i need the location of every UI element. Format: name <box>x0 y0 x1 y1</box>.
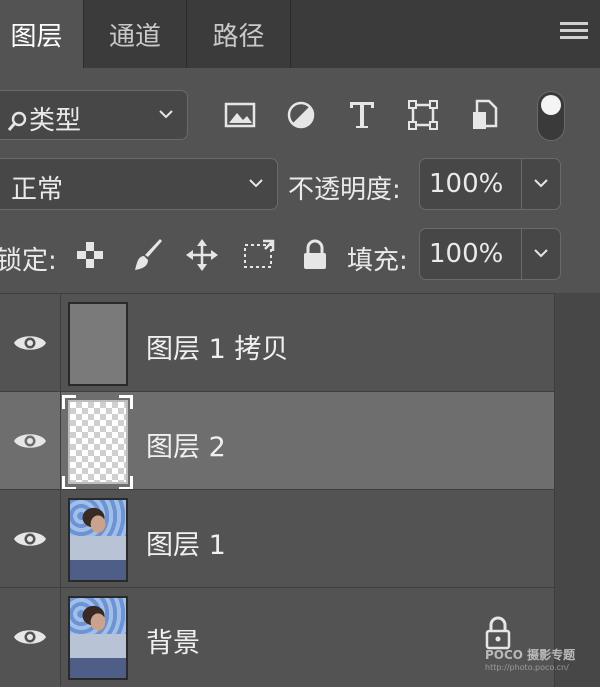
chevron-down-icon <box>249 179 263 188</box>
opacity-label: 不透明度: <box>288 175 401 205</box>
layer-name[interactable]: 图层 2 <box>146 425 226 464</box>
eye-icon <box>14 630 46 644</box>
fill-dropdown-icon[interactable] <box>532 244 550 262</box>
opacity-field[interactable]: 100% <box>419 158 561 210</box>
filter-toggle[interactable] <box>537 91 565 141</box>
layer-name[interactable]: 背景 <box>146 621 200 660</box>
lock-position-icon[interactable] <box>182 235 222 275</box>
fill-label: 填充: <box>347 246 408 276</box>
adjustment-filter-icon[interactable] <box>281 95 321 135</box>
smart-object-filter-icon[interactable] <box>465 95 505 135</box>
type-filter-icon[interactable] <box>342 95 382 135</box>
tab-layers-label: 图层 <box>10 21 63 52</box>
lock-label: 锁定: <box>0 246 57 276</box>
fill-field[interactable]: 100% <box>419 228 561 280</box>
prevent-autonest-icon[interactable] <box>239 235 279 275</box>
tab-paths-label: 路径 <box>212 21 265 52</box>
layer-row[interactable]: 图层 1 <box>0 489 554 588</box>
layer-thumbnail[interactable] <box>68 302 128 386</box>
fill-value[interactable]: 100% <box>429 239 503 269</box>
eye-icon <box>14 336 46 350</box>
layer-filter-select[interactable]: 类型 <box>0 90 188 140</box>
search-icon <box>7 111 27 131</box>
lock-transparent-pixels-icon[interactable] <box>70 235 110 275</box>
selection-bracket <box>62 395 76 409</box>
watermark-brand: POCO 摄影专题 <box>485 648 576 662</box>
layer-row-selected[interactable]: 图层 2 <box>0 391 554 490</box>
panel-tab-bar: 图层 通道 路径 <box>0 0 600 68</box>
layer-thumbnail[interactable] <box>68 400 128 484</box>
tab-paths[interactable]: 路径 <box>187 0 291 68</box>
chevron-down-icon <box>159 110 173 119</box>
blend-mode-select[interactable]: 正常 <box>0 158 278 210</box>
eye-icon <box>14 532 46 546</box>
lock-all-icon[interactable] <box>295 235 335 275</box>
layer-name[interactable]: 图层 1 <box>146 523 226 562</box>
visibility-toggle[interactable] <box>0 294 61 392</box>
watermark-url: http://photo.poco.cn/ <box>485 663 569 672</box>
visibility-toggle[interactable] <box>0 490 61 588</box>
visibility-toggle[interactable] <box>0 392 61 490</box>
filter-type-label: 类型 <box>29 106 82 136</box>
opacity-dropdown-icon[interactable] <box>532 174 550 192</box>
layer-name[interactable]: 图层 1 拷贝 <box>146 327 288 366</box>
image-filter-icon[interactable] <box>220 95 260 135</box>
layer-thumbnail[interactable] <box>68 596 128 680</box>
layers-scrollbar[interactable] <box>554 293 600 687</box>
selection-bracket <box>62 476 76 490</box>
panel-menu-icon[interactable] <box>560 22 588 44</box>
tab-layers[interactable]: 图层 <box>0 0 84 68</box>
layers-list: 图层 1 拷贝 图层 2 图层 1 背景 <box>0 293 554 687</box>
selection-bracket <box>119 476 133 490</box>
eye-icon <box>14 434 46 448</box>
shape-filter-icon[interactable] <box>403 95 443 135</box>
selection-bracket <box>119 395 133 409</box>
lock-image-pixels-icon[interactable] <box>128 235 168 275</box>
layer-row[interactable]: 图层 1 拷贝 <box>0 293 554 392</box>
visibility-toggle[interactable] <box>0 588 61 686</box>
opacity-value[interactable]: 100% <box>429 169 503 199</box>
tab-channels[interactable]: 通道 <box>84 0 187 68</box>
tab-channels-label: 通道 <box>108 21 161 52</box>
blend-mode-value: 正常 <box>11 175 64 205</box>
toggle-knob <box>541 95 561 115</box>
layer-thumbnail[interactable] <box>68 498 128 582</box>
layer-row[interactable]: 背景 <box>0 587 554 686</box>
watermark: POCO 摄影专题 http://photo.poco.cn/ <box>485 646 595 686</box>
